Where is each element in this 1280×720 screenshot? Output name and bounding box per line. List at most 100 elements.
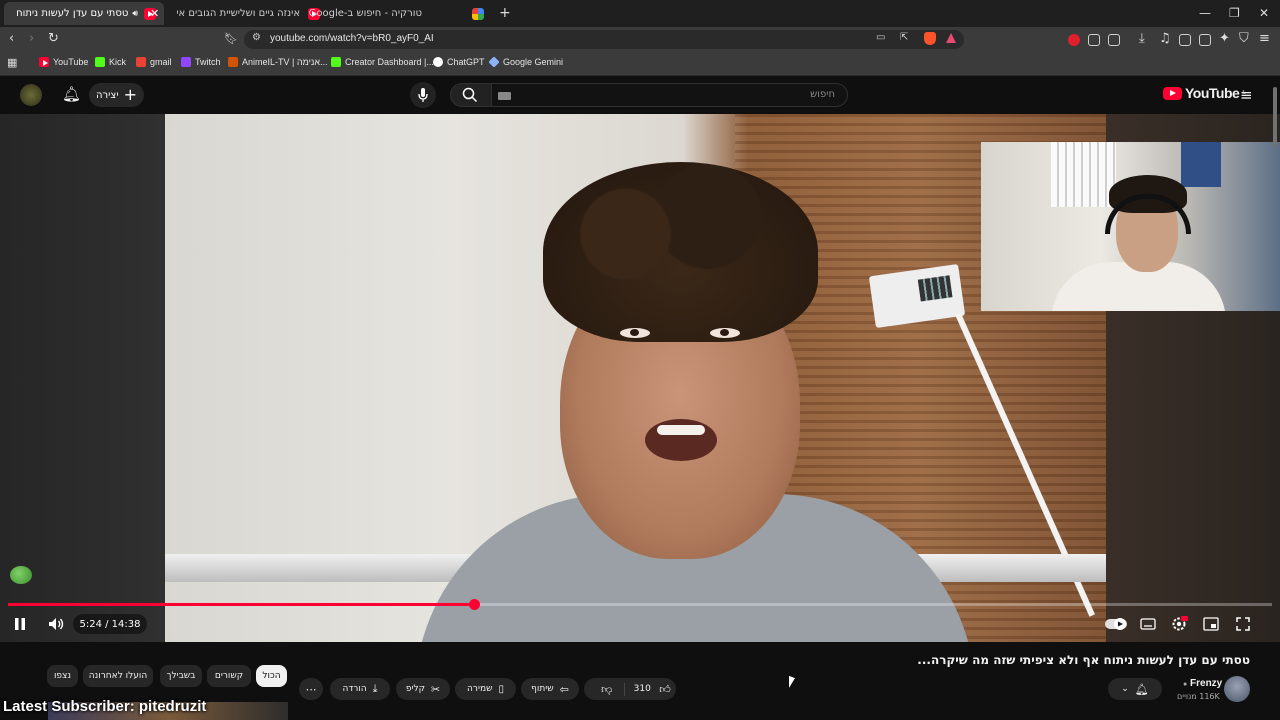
sidebar-toggle-icon[interactable] (1179, 34, 1191, 46)
leo-ai-icon[interactable]: ✦ (1219, 32, 1230, 46)
channel-name[interactable]: ● Frenzy (1183, 678, 1222, 689)
youtube-icon (39, 57, 49, 67)
media-icon[interactable]: ♫ (1159, 32, 1171, 46)
youtube-header: 🔔︎ יצירה + חיפוש YouTube IL ≡ (0, 77, 1280, 114)
brave-shields-icon[interactable] (924, 32, 936, 45)
subscriber-count: 116K מנויים (1177, 692, 1220, 701)
subscribed-button[interactable]: 🔔︎ ⌄ (1108, 678, 1162, 700)
like-icon[interactable]: 👍︎ (659, 683, 671, 696)
bookmark-twitch[interactable]: Twitch (181, 57, 221, 67)
tab-title: טורקיה - חיפוש ב-Google (308, 8, 422, 19)
bookmarks-bar: ▦ YouTube Kick gmail Twitch AnimeIL-TV |… (0, 52, 1280, 76)
share-page-icon[interactable]: ⇱ (900, 32, 908, 43)
chip-all[interactable]: הכול (256, 665, 287, 687)
cast-icon[interactable]: ▭ (876, 32, 885, 43)
share-icon: ⇦ (559, 682, 569, 696)
minimize-icon[interactable]: — (1199, 6, 1211, 20)
browser-tab-active[interactable]: 🔊︎ טסתי עם עדן לעשות ניתוח אף ✕ (4, 2, 164, 25)
settings-gear-icon[interactable] (1171, 616, 1188, 632)
search-input[interactable]: חיפוש (491, 83, 848, 107)
save-bookmark-icon: ▯ (498, 683, 504, 695)
browser-tab-3[interactable]: טורקיה - חיפוש ב-Google (309, 2, 492, 25)
more-actions-button[interactable]: ⋯ (299, 678, 323, 700)
bookmark-page-icon[interactable]: 🔖︎ (224, 32, 238, 46)
browser-tab-2[interactable]: אינזה גיים ושלישיית הגובים איבדו את (168, 2, 328, 25)
person-hair (543, 162, 818, 342)
extension-puzzle-icon[interactable] (1088, 34, 1100, 46)
webcam-window (1051, 142, 1116, 207)
chip-recently-uploaded[interactable]: הועלו לאחרונה (83, 665, 153, 687)
url-text: youtube.com/watch?v=bR0_ayF0_AI (270, 33, 434, 44)
vpn-shield-icon[interactable]: ⛉ (1239, 32, 1249, 46)
pause-icon[interactable] (14, 617, 26, 631)
dislike-button[interactable]: 👎︎ (589, 682, 626, 696)
guide-menu-icon[interactable]: ≡ (1240, 86, 1253, 104)
like-count[interactable]: 310 (625, 684, 659, 694)
bell-icon: 🔔︎ (1134, 682, 1149, 696)
search-placeholder: חיפוש (810, 89, 835, 100)
tab-close-icon[interactable]: ✕ (150, 7, 159, 20)
apps-grid-icon[interactable]: ▦ (7, 56, 17, 70)
extension-box-icon[interactable] (1108, 34, 1120, 46)
chatgpt-icon (433, 57, 443, 67)
create-label: יצירה (96, 89, 119, 101)
address-bar[interactable]: ⚙︎ youtube.com/watch?v=bR0_ayF0_AI ▭ ⇱ (244, 30, 964, 49)
voice-search-icon[interactable] (410, 82, 436, 108)
tab-title: טסתי עם עדן לעשות ניתוח אף (16, 8, 129, 19)
chip-for-you[interactable]: בשבילך (160, 665, 202, 687)
gemini-icon (488, 56, 500, 68)
save-button[interactable]: ▯ שמירה (455, 678, 516, 700)
wallet-icon[interactable] (1199, 34, 1211, 46)
plus-icon: + (123, 85, 137, 104)
create-button[interactable]: יצירה + (89, 83, 144, 107)
extension-red-icon[interactable] (1068, 34, 1080, 46)
bookmark-youtube[interactable]: YouTube (39, 57, 88, 67)
video-player[interactable]: 5:24 / 14:38 (0, 114, 1280, 642)
webcam-overlay (981, 142, 1280, 311)
download-icon[interactable]: ⤓ (1139, 32, 1145, 46)
bookmark-kick[interactable]: Kick (95, 57, 126, 67)
subtitles-icon[interactable] (1140, 617, 1156, 631)
progress-bar[interactable] (8, 599, 1272, 610)
latest-subscriber-overlay: Latest Subscriber: pitedruzit (3, 698, 207, 715)
menu-icon[interactable]: ≡ (1259, 32, 1270, 46)
page-scrollbar[interactable] (1273, 87, 1277, 147)
site-info-icon[interactable]: ⚙︎ (252, 32, 261, 43)
volume-icon[interactable] (48, 617, 64, 631)
bookmark-animeil[interactable]: AnimeIL-TV | אנימה... (228, 57, 328, 67)
new-tab-button[interactable]: + (499, 5, 511, 21)
video-ambient-left (0, 114, 165, 642)
notifications-bell-icon[interactable]: 🔔︎ (62, 85, 81, 103)
chip-related[interactable]: קשורים (207, 665, 251, 687)
youtube-logo[interactable]: YouTube IL (1163, 85, 1246, 101)
reload-icon[interactable]: ↻ (48, 32, 59, 46)
forward-icon[interactable]: › (29, 32, 34, 46)
fullscreen-icon[interactable] (1236, 617, 1250, 631)
speaker-icon: 🔊︎ (132, 8, 138, 19)
bookmark-creator-dashboard[interactable]: Creator Dashboard |... (331, 57, 434, 67)
account-avatar[interactable] (20, 84, 42, 106)
time-display: 5:24 / 14:38 (73, 614, 147, 634)
like-dislike-group: 👎︎ 310 👍︎ (584, 678, 676, 700)
brave-rewards-icon[interactable] (946, 33, 956, 43)
keyboard-icon[interactable] (498, 92, 511, 100)
restore-icon[interactable]: ❐ (1229, 6, 1240, 20)
bookmark-chatgpt[interactable]: ChatGPT (433, 57, 485, 67)
bookmark-gmail[interactable]: gmail (136, 57, 172, 67)
video-frame[interactable] (165, 114, 1106, 642)
close-window-icon[interactable]: ✕ (1259, 6, 1269, 20)
search-button[interactable] (450, 83, 492, 107)
more-icon: ⋯ (305, 682, 317, 696)
person-mouth (645, 419, 717, 461)
miniplayer-icon[interactable] (1203, 617, 1219, 631)
share-button[interactable]: ⇦ שיתוף (521, 678, 579, 700)
webcam-poster (1181, 142, 1221, 187)
chip-watched[interactable]: נצפו (47, 665, 78, 687)
bookmark-gemini[interactable]: Google Gemini (488, 56, 563, 68)
download-button[interactable]: ⤓ הורדה (330, 678, 390, 700)
autoplay-toggle[interactable] (1105, 617, 1127, 631)
frog-emote-icon (10, 566, 32, 584)
channel-avatar[interactable] (1224, 676, 1250, 702)
back-icon[interactable]: ‹ (9, 32, 14, 46)
clip-button[interactable]: ✂︎ קליפ (396, 678, 450, 700)
